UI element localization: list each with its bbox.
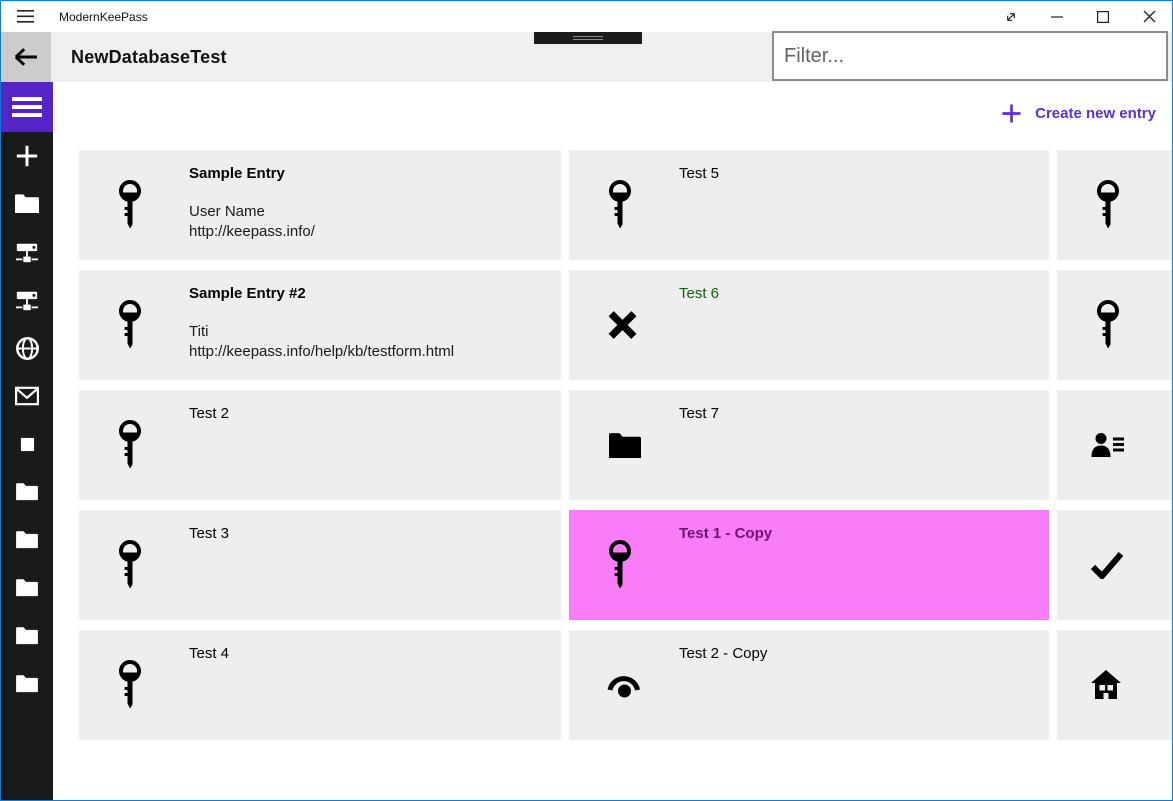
minimize-icon bbox=[1051, 15, 1063, 18]
sidebar-item-group-1[interactable] bbox=[1, 468, 53, 516]
entry-card-test1-copy-selected[interactable]: Test 1 - Copy bbox=[569, 510, 1049, 620]
entry-subtitle: User Name http://keepass.info/ bbox=[189, 203, 315, 240]
entry-subtitle: Titi http://keepass.info/help/kb/testfor… bbox=[189, 323, 455, 360]
database-title: NewDatabaseTest bbox=[71, 46, 227, 67]
maximize-icon bbox=[1097, 10, 1110, 23]
folder-icon bbox=[606, 429, 644, 461]
entry-card-test7[interactable]: Test 7 bbox=[569, 390, 1049, 500]
key-icon bbox=[1094, 299, 1122, 351]
key-icon bbox=[116, 179, 144, 231]
maximize-button[interactable] bbox=[1080, 1, 1126, 32]
entry-card-clipped-3[interactable] bbox=[1057, 390, 1172, 500]
entry-card-clipped-5[interactable] bbox=[1057, 630, 1172, 740]
folder-icon bbox=[15, 530, 39, 550]
titlebar: ModernKeePass bbox=[1, 1, 1172, 32]
key-icon bbox=[116, 299, 144, 351]
sidebar bbox=[1, 82, 53, 800]
cross-icon bbox=[606, 309, 639, 342]
fullscreen-icon bbox=[1007, 12, 1015, 21]
entry-title: Test 2 bbox=[189, 405, 230, 422]
entry-card-test4[interactable]: Test 4 bbox=[79, 630, 561, 740]
key-icon bbox=[606, 539, 634, 591]
key-icon bbox=[1094, 179, 1122, 231]
key-icon bbox=[606, 179, 634, 231]
sidebar-item-group-4[interactable] bbox=[1, 612, 53, 660]
key-icon bbox=[116, 419, 144, 471]
sidebar-item-server-1[interactable] bbox=[1, 228, 53, 276]
close-button[interactable] bbox=[1126, 1, 1172, 32]
entry-card-test5[interactable]: Test 5 bbox=[569, 150, 1049, 260]
create-new-entry-button[interactable]: Create new entry bbox=[1000, 102, 1156, 125]
sidebar-hamburger-button[interactable] bbox=[1, 82, 53, 132]
entry-card-test3[interactable]: Test 3 bbox=[79, 510, 561, 620]
entry-grid: Sample Entry User Name http://keepass.in… bbox=[79, 150, 1172, 740]
globe-icon bbox=[14, 335, 41, 362]
folder-icon bbox=[15, 674, 39, 694]
sidebar-item-group-3[interactable] bbox=[1, 564, 53, 612]
entry-card-sample-entry[interactable]: Sample Entry User Name http://keepass.in… bbox=[79, 150, 561, 260]
sidebar-item-email[interactable] bbox=[1, 372, 53, 420]
sidebar-item-web[interactable] bbox=[1, 324, 53, 372]
minimize-button[interactable] bbox=[1034, 1, 1080, 32]
app-window: ModernKeePass NewDatabaseTest Filter... … bbox=[0, 0, 1173, 801]
entry-card-test6[interactable]: Test 6 bbox=[569, 270, 1049, 380]
folder-icon bbox=[15, 482, 39, 502]
entry-title: Sample Entry bbox=[189, 165, 285, 182]
sidebar-item-misc[interactable] bbox=[1, 420, 53, 468]
entry-card-test2-copy[interactable]: Test 2 - Copy bbox=[569, 630, 1049, 740]
create-new-entry-label: Create new entry bbox=[1035, 105, 1156, 122]
sidebar-item-group-root[interactable] bbox=[1, 180, 53, 228]
mail-icon bbox=[14, 386, 40, 406]
entry-card-sample-entry-2[interactable]: Sample Entry #2 Titi http://keepass.info… bbox=[79, 270, 561, 380]
close-icon bbox=[1143, 10, 1155, 23]
flyout-handle bbox=[534, 32, 642, 44]
sidebar-item-server-2[interactable] bbox=[1, 276, 53, 324]
fullscreen-toggle-button[interactable] bbox=[988, 1, 1034, 32]
server-icon bbox=[14, 240, 40, 264]
plus-icon bbox=[1000, 102, 1023, 125]
server-icon bbox=[14, 288, 40, 312]
titlebar-hamburger-icon[interactable] bbox=[1, 1, 49, 32]
square-icon bbox=[20, 437, 35, 452]
plus-icon bbox=[14, 143, 40, 169]
folder-icon bbox=[15, 578, 39, 598]
entry-title: Test 2 - Copy bbox=[679, 645, 768, 662]
entry-title: Test 3 bbox=[189, 525, 230, 542]
sidebar-item-group-5[interactable] bbox=[1, 660, 53, 708]
entry-title: Test 4 bbox=[189, 645, 230, 662]
entry-title: Test 7 bbox=[679, 405, 720, 422]
folder-icon bbox=[15, 626, 39, 646]
folder-icon bbox=[14, 193, 40, 215]
entry-title: Test 1 - Copy bbox=[679, 525, 773, 542]
key-icon bbox=[116, 659, 144, 711]
entry-title: Test 6 bbox=[679, 285, 720, 302]
entry-card-clipped-4[interactable] bbox=[1057, 510, 1172, 620]
filter-input[interactable] bbox=[772, 31, 1168, 81]
entry-card-clipped-2[interactable] bbox=[1057, 270, 1172, 380]
hamburger-icon bbox=[16, 10, 34, 23]
back-button[interactable] bbox=[1, 32, 51, 82]
entry-title: Test 5 bbox=[679, 165, 720, 182]
back-arrow-icon bbox=[14, 48, 37, 66]
contact-icon bbox=[1089, 431, 1125, 459]
app-title: ModernKeePass bbox=[59, 9, 148, 24]
home-icon bbox=[1089, 668, 1123, 702]
entry-list-panel: Create new entry Sample Entry User Name … bbox=[53, 82, 1172, 800]
key-icon bbox=[116, 539, 144, 591]
sidebar-item-add[interactable] bbox=[1, 132, 53, 180]
entry-card-clipped-1[interactable] bbox=[1057, 150, 1172, 260]
entry-title: Sample Entry #2 bbox=[189, 285, 306, 302]
sidebar-item-group-2[interactable] bbox=[1, 516, 53, 564]
eye-icon bbox=[606, 670, 642, 700]
check-icon bbox=[1089, 551, 1125, 579]
entry-card-test2[interactable]: Test 2 bbox=[79, 390, 561, 500]
